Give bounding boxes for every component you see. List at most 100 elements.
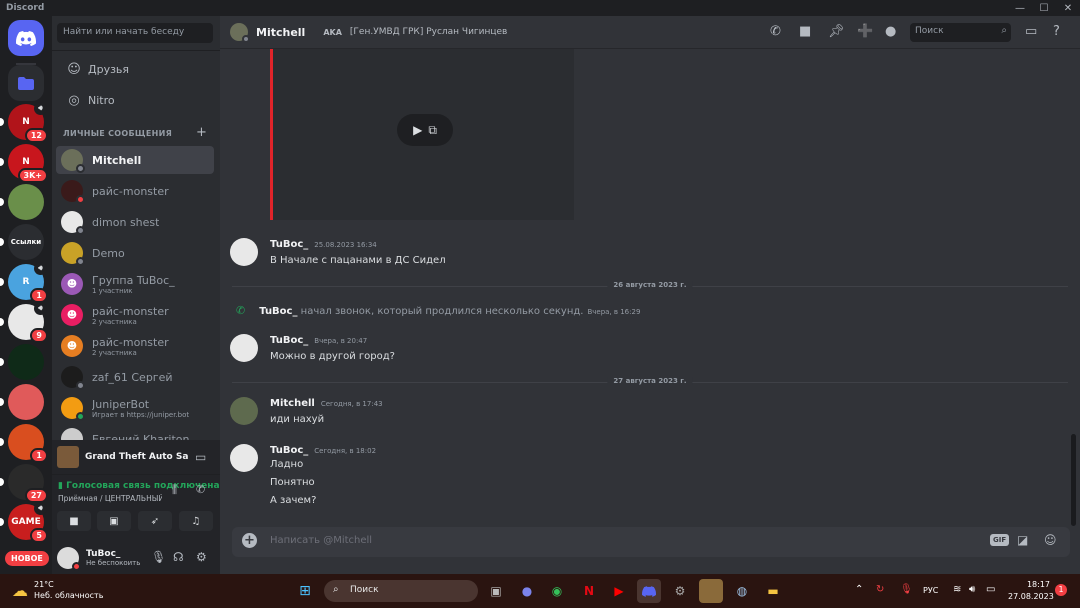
dm-item[interactable]: dimon shest (56, 208, 214, 236)
nav-nitro[interactable]: ◎ Nitro (60, 87, 212, 113)
message-author[interactable]: TuBoc_ Сегодня, в 18:02 (270, 445, 376, 456)
settings-gear-icon[interactable]: ⚙ (196, 550, 207, 564)
user-profile-icon[interactable]: ● (885, 24, 896, 39)
message-avatar[interactable] (230, 334, 258, 362)
server-icon[interactable] (8, 384, 44, 420)
notification-badge[interactable]: 1 (1055, 584, 1067, 596)
sidebar-divider (52, 50, 220, 51)
server-icon[interactable] (8, 344, 44, 380)
screen-share-icon[interactable]: ▭ (195, 450, 206, 464)
activity-panel[interactable]: Grand Theft Auto San Andreas ▭ (52, 440, 220, 474)
dm-item[interactable]: райс-monster (56, 177, 214, 205)
voice-call-icon[interactable]: ✆ (770, 24, 781, 39)
netflix-icon[interactable]: N (577, 579, 601, 603)
gif-button[interactable]: GIF (990, 534, 1010, 546)
volume-icon[interactable]: 🔊︎ (969, 584, 975, 595)
edge-browser-icon[interactable]: ◉ (545, 579, 569, 603)
server-rail: N 🔊︎ 12 N 3K+ Ссылки R 🔊︎ 1 🔊︎ 9 1 27 GAME 🔊︎ 5 НОВОЕ (0, 16, 52, 574)
voice-channel[interactable]: Приёмная / ЦЕНТРАЛЬНЫЙ СЕРВЕР (58, 494, 162, 503)
server-icon[interactable]: Ссылки (8, 224, 44, 260)
discord-taskbar-icon[interactable] (637, 579, 661, 603)
headphones-icon[interactable]: ☊ (173, 550, 184, 564)
noise-suppression-icon[interactable]: ⫼ (172, 483, 177, 497)
user-avatar[interactable] (57, 547, 81, 571)
system-clock[interactable]: 18:17 27.08.2023 (1008, 579, 1054, 603)
close-button[interactable]: ✕ (1056, 0, 1080, 16)
call-author[interactable]: TuBoc_ (259, 306, 297, 317)
header-avatar[interactable] (230, 23, 250, 43)
share-screen-button[interactable]: ▣ (97, 511, 131, 531)
chat-scrollbar[interactable] (1071, 434, 1076, 526)
message-avatar[interactable] (230, 397, 258, 425)
dm-item[interactable]: Mitchell (56, 146, 214, 174)
dm-item[interactable]: zaf_61 Сергей (56, 363, 214, 391)
microphone-icon[interactable]: 🎙︎ (151, 550, 166, 564)
minimize-button[interactable]: — (1008, 0, 1032, 16)
settings-gear-icon[interactable]: ⚙ (668, 579, 692, 603)
tray-chevron-up-icon[interactable]: ⌃ (855, 584, 863, 595)
server-icon[interactable]: N 🔊︎ 12 (8, 102, 48, 143)
video-embed[interactable]: ▶ ⧉ (270, 49, 574, 220)
dm-name: dimon shest (92, 215, 160, 229)
inbox-icon[interactable]: ▭ (1025, 24, 1037, 39)
dm-item[interactable]: Demo (56, 239, 214, 267)
server-icon[interactable]: GAME 🔊︎ 5 (8, 502, 48, 543)
dm-avatar (61, 180, 85, 204)
dm-subtitle: 2 участника (92, 348, 137, 357)
server-icon[interactable] (8, 184, 44, 220)
wifi-icon[interactable]: ≋ (953, 584, 961, 595)
emoji-icon[interactable]: ☺ (1044, 533, 1057, 547)
video-call-icon[interactable]: ■ (799, 24, 811, 39)
server-icon[interactable]: N 3K+ (8, 144, 48, 183)
dm-search-input[interactable]: Найти или начать беседу (57, 23, 213, 43)
camera-button[interactable]: ■ (57, 511, 91, 531)
nav-friends[interactable]: ☺ Друзья (60, 56, 212, 82)
start-button[interactable]: ⊞ (293, 579, 317, 603)
dm-subtitle: 1 участник (92, 286, 133, 295)
server-icon[interactable]: R 🔊︎ 1 (8, 262, 48, 303)
add-friends-icon[interactable]: ➕ (857, 24, 873, 39)
soundboard-button[interactable]: ♫ (179, 511, 213, 531)
file-explorer-icon[interactable]: ▬ (761, 579, 785, 603)
server-folder[interactable] (8, 65, 44, 101)
dm-item[interactable]: ☻ Группа TuBoc_ 1 участник (56, 270, 214, 298)
sticker-icon[interactable]: ◪ (1017, 533, 1028, 547)
home-button[interactable] (8, 20, 44, 56)
header-search-placeholder: Поиск (915, 26, 944, 36)
activities-button[interactable]: ➶ (138, 511, 172, 531)
steam-icon[interactable]: ◍ (730, 579, 754, 603)
youtube-icon[interactable]: ▶ (607, 579, 631, 603)
weather-widget[interactable]: ☁ 21°C Неб. облачность (12, 579, 103, 601)
tray-app-icon[interactable]: ↻ (876, 584, 884, 595)
disconnect-icon[interactable]: ✆ (196, 483, 205, 496)
pinned-messages-icon[interactable]: 📌︎ (828, 24, 845, 39)
header-name[interactable]: Mitchell (256, 26, 305, 39)
message-author[interactable]: TuBoc_ Вчера, в 20:47 (270, 335, 367, 346)
dm-item[interactable]: ☻ райс-monster 2 участника (56, 332, 214, 360)
taskbar-search[interactable]: ⌕ Поиск (324, 580, 478, 602)
teams-chat-icon[interactable]: ● (515, 579, 539, 603)
task-view-icon[interactable]: ▣ (484, 579, 508, 603)
maximize-button[interactable]: ☐ (1032, 0, 1056, 16)
attach-plus-icon[interactable]: + (242, 533, 257, 548)
message-avatar[interactable] (230, 238, 258, 266)
server-icon[interactable]: 1 (8, 424, 48, 463)
message-author[interactable]: TuBoc_ 25.08.2023 16:34 (270, 239, 377, 250)
battery-icon[interactable]: ▭ (986, 584, 995, 595)
gta-game-icon[interactable] (699, 579, 723, 603)
input-language[interactable]: РУС (923, 586, 938, 595)
tray-microphone-icon[interactable]: 🎙︎ (900, 584, 913, 595)
message-author[interactable]: Mitchell Сегодня, в 17:43 (270, 398, 383, 409)
dm-item[interactable]: ☻ райс-monster 2 участника (56, 301, 214, 329)
video-play-button[interactable]: ▶ ⧉ (397, 114, 453, 146)
new-messages-badge[interactable]: НОВОЕ (5, 551, 49, 566)
unread-pill (0, 278, 4, 286)
create-dm-plus-icon[interactable]: + (196, 125, 207, 140)
server-icon[interactable]: 27 (8, 464, 48, 503)
help-icon[interactable]: ? (1053, 24, 1060, 39)
header-search-input[interactable]: Поиск ⌕ (910, 23, 1011, 42)
dm-item[interactable]: JuniperBot Играет в https://juniper.bot (56, 394, 214, 422)
message-composer[interactable]: + Написать @Mitchell GIF ◪ ☺ (232, 527, 1070, 557)
server-icon[interactable]: 🔊︎ 9 (8, 302, 48, 343)
message-avatar[interactable] (230, 444, 258, 472)
